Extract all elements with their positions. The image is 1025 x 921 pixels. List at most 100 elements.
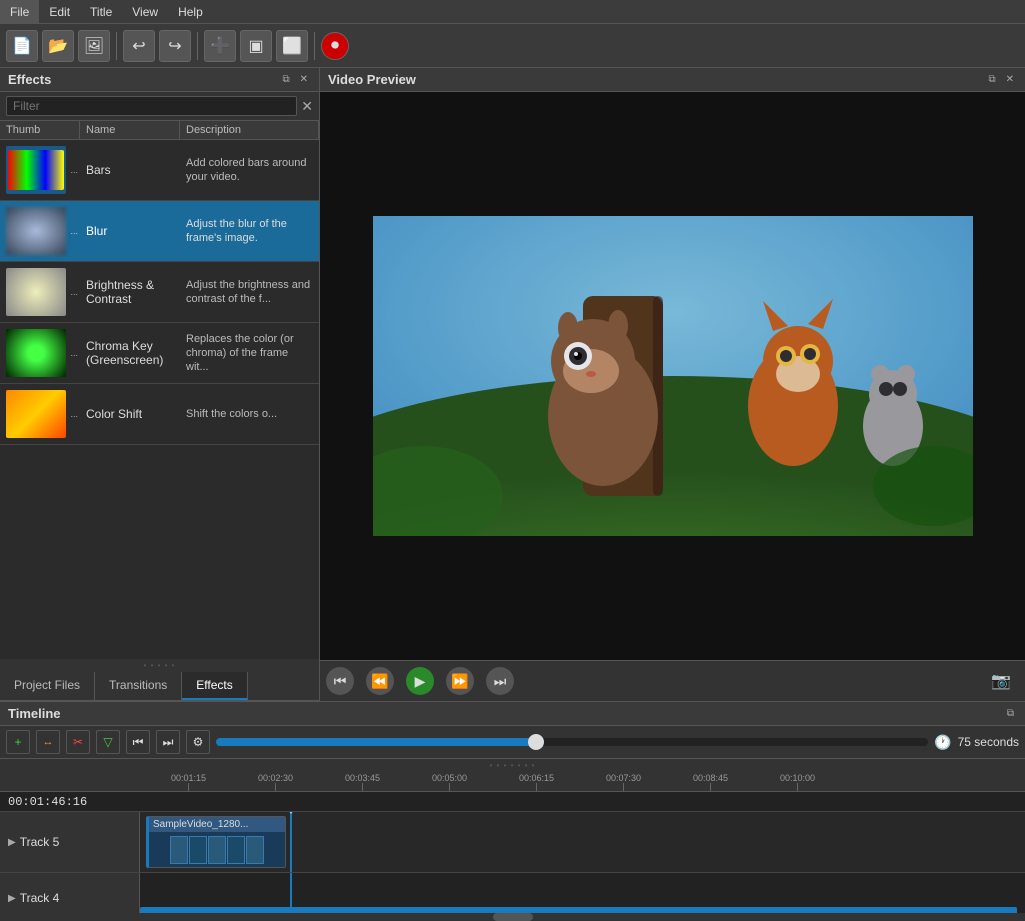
tab-project-files[interactable]: Project Files (0, 672, 95, 700)
menu-edit[interactable]: Edit (39, 0, 80, 24)
timeline-settings-button[interactable]: ⚙ (186, 730, 210, 754)
timeline-current-time: 00:01:46:16 (0, 792, 1025, 812)
effect-colorshift-row[interactable]: ... Color Shift Shift the colors o... (0, 384, 319, 445)
menu-file[interactable]: File (0, 0, 39, 24)
tab-transitions[interactable]: Transitions (95, 672, 182, 700)
effects-close-button[interactable]: ✕ (297, 73, 311, 86)
effects-column-headers: Thumb Name Description (0, 121, 319, 140)
timeline-scrubber-fill (216, 738, 536, 746)
effects-title: Effects (8, 72, 51, 87)
bars-thumb (6, 146, 66, 194)
new-button[interactable]: 📄 (6, 30, 38, 62)
timeline-resize-handle[interactable]: • • • • • • • (0, 759, 1025, 772)
blur-name: Blur (80, 201, 180, 261)
timeline-float-button[interactable]: ⧉ (1004, 707, 1017, 720)
timeline-scrollbar-thumb[interactable] (493, 913, 533, 921)
col-desc: Description (180, 121, 319, 139)
preview-header: Video Preview ⧉ ✕ (320, 68, 1025, 92)
timeline-header: Timeline ⧉ (0, 702, 1025, 726)
chroma-desc: Replaces the color (or chroma) of the fr… (180, 323, 319, 383)
timeline-toolbar: + ↔ ✂ ▽ ⏮ ⏭ ⚙ 🕐 75 seconds (0, 726, 1025, 759)
effect-brightness-row[interactable]: ... Brightness & Contrast Adjust the bri… (0, 262, 319, 323)
brightness-name: Brightness & Contrast (80, 262, 180, 322)
fast-forward-button[interactable]: ⏩ (446, 667, 474, 695)
effects-float-button[interactable]: ⧉ (279, 73, 292, 86)
toolbar-separator-2 (197, 32, 198, 60)
track-4-header: ▶ Track 4 (0, 873, 140, 913)
redo-button[interactable]: ↪ (159, 30, 191, 62)
ruler-mark-3: 00:05:00 (406, 773, 493, 791)
timeline-prev-button[interactable]: ⏮ (126, 730, 150, 754)
track-4: ▶ Track 4 (0, 873, 1025, 913)
track-5-name: Track 5 (20, 835, 60, 849)
right-panel: Video Preview ⧉ ✕ (320, 68, 1025, 701)
track-5-body[interactable]: SampleVideo_1280... (140, 812, 1025, 872)
ruler-mark-4: 00:06:15 (493, 773, 580, 791)
menu-help[interactable]: Help (168, 0, 213, 24)
menu-view[interactable]: View (122, 0, 168, 24)
timeline: Timeline ⧉ + ↔ ✂ ▽ ⏮ ⏭ ⚙ 🕐 75 seconds • … (0, 701, 1025, 921)
record-button[interactable]: ⏺ (321, 32, 349, 60)
track-5-clip[interactable]: SampleVideo_1280... (146, 816, 286, 868)
track-5: ▶ Track 5 SampleVideo_1280... (0, 812, 1025, 873)
bars-desc: Add colored bars around your video. (180, 140, 319, 200)
timeline-scrollbar[interactable] (0, 913, 1025, 921)
toolbar-separator-3 (314, 32, 315, 60)
tab-effects[interactable]: Effects (182, 672, 247, 700)
effects-panel-header: Effects ⧉ ✕ (0, 68, 319, 92)
preview-float-button[interactable]: ⧉ (985, 73, 998, 86)
effects-panel-controls: ⧉ ✕ (279, 73, 311, 86)
track-4-expand[interactable]: ▶ (8, 893, 16, 904)
brightness-thumb (6, 268, 66, 316)
filter-input[interactable] (6, 96, 297, 116)
save-image-button[interactable]: 🖼 (78, 30, 110, 62)
timeline-next-button[interactable]: ⏭ (156, 730, 180, 754)
timeline-ripple-button[interactable]: ↔ (36, 730, 60, 754)
timeline-filter-button[interactable]: ▽ (96, 730, 120, 754)
ruler-mark-2: 00:03:45 (319, 773, 406, 791)
track-4-playhead (290, 873, 292, 913)
filter-clear-button[interactable]: ✕ (301, 98, 313, 115)
preview-title: Video Preview (328, 72, 416, 87)
chroma-thumb (6, 329, 66, 377)
effect-blur-row[interactable]: ... Blur Adjust the blur of the frame's … (0, 201, 319, 262)
timeline-scrubber[interactable] (216, 738, 928, 746)
screenshot-button[interactable]: 📷 (991, 671, 1011, 691)
export-button[interactable]: ⬜ (276, 30, 308, 62)
track-4-name: Track 4 (20, 891, 60, 905)
timeline-add-button[interactable]: + (6, 730, 30, 754)
blur-thumb (6, 207, 66, 255)
track-4-body[interactable] (140, 873, 1025, 913)
chroma-name: Chroma Key (Greenscreen) (80, 323, 180, 383)
effects-table: Thumb Name Description ... Bars Add colo… (0, 121, 319, 659)
effect-chroma-row[interactable]: ... Chroma Key (Greenscreen) Replaces th… (0, 323, 319, 384)
undo-button[interactable]: ↩ (123, 30, 155, 62)
timeline-title: Timeline (8, 706, 61, 721)
open-button[interactable]: 📂 (42, 30, 74, 62)
timeline-scrubber-handle[interactable] (528, 734, 544, 750)
track-5-header: ▶ Track 5 (0, 812, 140, 872)
track-5-expand[interactable]: ▶ (8, 837, 16, 848)
ruler-mark-5: 00:07:30 (580, 773, 667, 791)
timeline-ruler: 00:01:15 00:02:30 00:03:45 00:05:00 00:0… (0, 772, 1025, 792)
add-button[interactable]: ➕ (204, 30, 236, 62)
skip-start-button[interactable]: ⏮ (326, 667, 354, 695)
properties-button[interactable]: ▣ (240, 30, 272, 62)
timeline-tracks: 00:01:46:16 ▶ Track 5 SampleVideo_1280..… (0, 792, 1025, 913)
main-area: Effects ⧉ ✕ ✕ Thumb Name Description (0, 68, 1025, 701)
blur-desc: Adjust the blur of the frame's image. (180, 201, 319, 261)
left-panel: Effects ⧉ ✕ ✕ Thumb Name Description (0, 68, 320, 701)
play-button[interactable]: ▶ (406, 667, 434, 695)
preview-close-button[interactable]: ✕ (1003, 73, 1017, 86)
skip-end-button[interactable]: ⏭ (486, 667, 514, 695)
effect-bars-row[interactable]: ... Bars Add colored bars around your vi… (0, 140, 319, 201)
colorshift-name: Color Shift (80, 384, 180, 444)
panel-resize-handle[interactable]: • • • • • (0, 659, 319, 672)
menu-title[interactable]: Title (80, 0, 122, 24)
colorshift-thumb (6, 390, 66, 438)
video-preview (320, 92, 1025, 660)
col-thumb: Thumb (0, 121, 80, 139)
track-4-clip[interactable] (140, 907, 1017, 913)
rewind-button[interactable]: ⏪ (366, 667, 394, 695)
timeline-cut-button[interactable]: ✂ (66, 730, 90, 754)
